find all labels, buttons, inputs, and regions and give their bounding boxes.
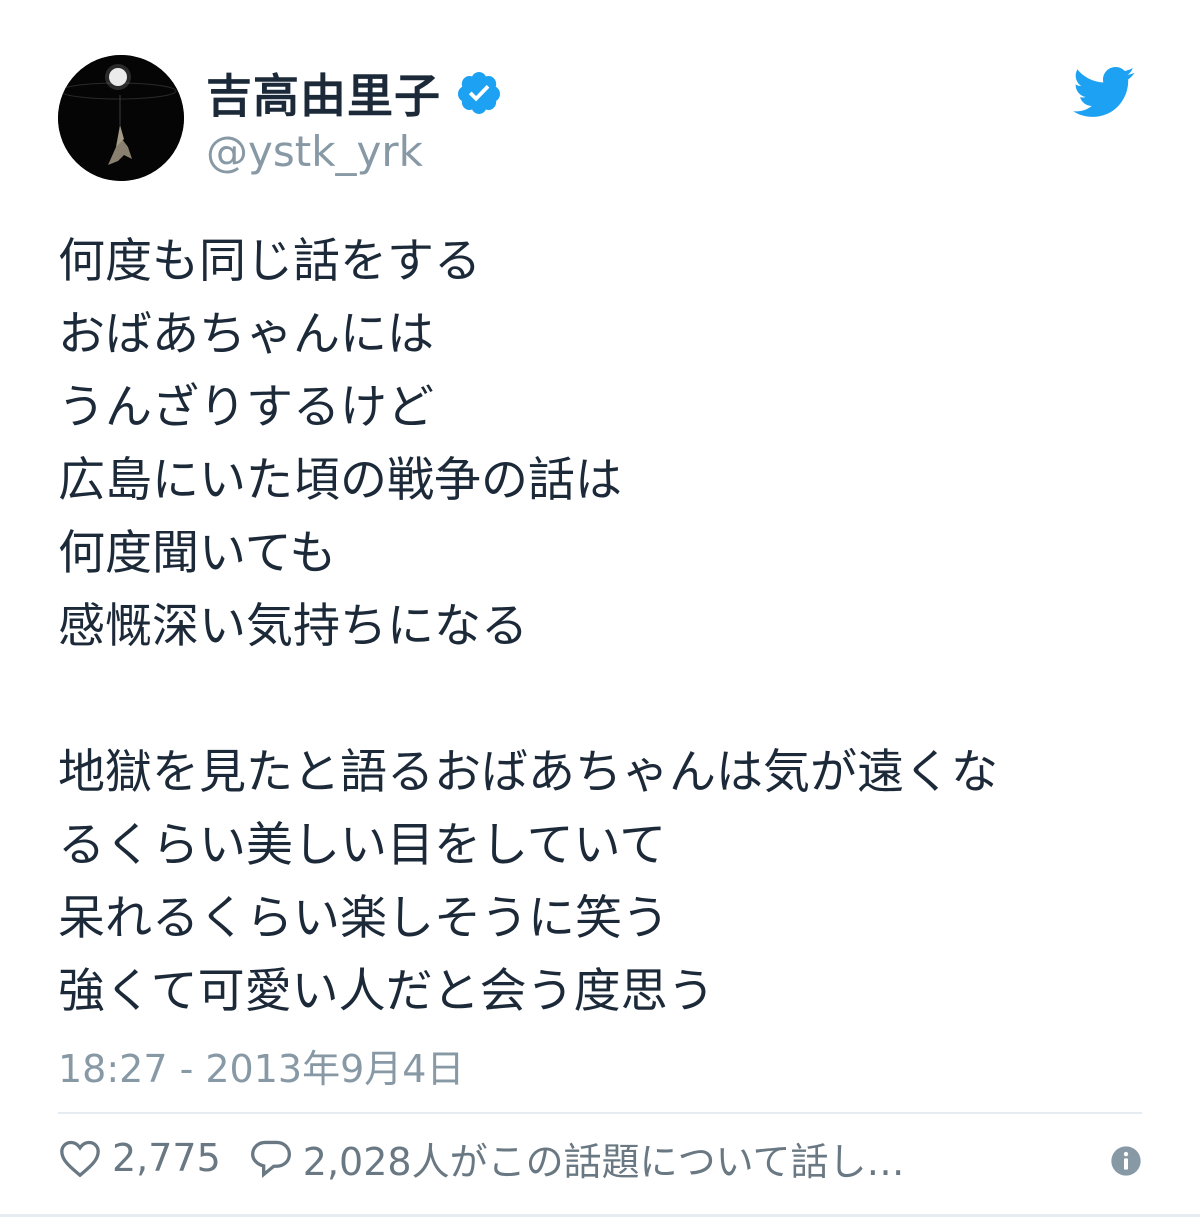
display-name[interactable]: 吉高由里子 — [206, 60, 441, 126]
info-icon[interactable] — [1110, 1142, 1142, 1176]
tweet-timestamp[interactable]: 18:27 - 2013年9月4日 — [58, 1038, 464, 1093]
tweet-line-break — [58, 663, 1148, 736]
tweet-actions: 2,775 2,028人がこの話題について話し… — [58, 1128, 1142, 1188]
author-name-row: 吉高由里子 — [206, 63, 503, 123]
tweet-line: 何度聞いても — [58, 526, 337, 581]
tweet-line: るくらい美しい目をしていて — [58, 818, 667, 873]
tweet-line: うんざりするけど — [58, 380, 434, 435]
twitter-bird-icon[interactable] — [1070, 65, 1136, 119]
tweet-line: 何度も同じ話をする — [58, 234, 481, 289]
divider — [58, 1112, 1142, 1114]
tweet-text: 何度も同じ話をする おばあちゃんには うんざりするけど 広島にいた頃の戦争の話は… — [58, 225, 1148, 1028]
reply-button[interactable]: 2,028人がこの話題について話し… — [249, 1131, 905, 1186]
tweet-line: おばあちゃんには — [58, 307, 434, 362]
verified-badge-icon — [455, 69, 503, 117]
like-button[interactable]: 2,775 — [58, 1136, 221, 1180]
heart-icon — [60, 1140, 100, 1178]
speech-bubble-icon — [250, 1140, 291, 1178]
embedded-tweet-card: 吉高由里子 @ystk_yrk 何度も同じ話をする おばあちゃんには うんざりす… — [0, 0, 1200, 1217]
tweet-line: 感慨深い気持ちになる — [58, 599, 528, 654]
user-handle[interactable]: @ystk_yrk — [206, 127, 423, 176]
avatar-image — [58, 55, 184, 181]
conversation-text: 2,028人がこの話題について話し… — [302, 1139, 905, 1184]
avatar[interactable] — [58, 55, 184, 181]
tweet-line: 広島にいた頃の戦争の話は — [58, 453, 622, 508]
tweet-line: 強くて可愛い人だと会う度思う — [58, 964, 715, 1019]
like-count: 2,775 — [112, 1136, 221, 1180]
tweet-line: 地獄を見たと語るおばあちゃんは気が遠くな — [58, 745, 998, 800]
tweet-line: 呆れるくらい楽しそうに笑う — [58, 891, 669, 946]
